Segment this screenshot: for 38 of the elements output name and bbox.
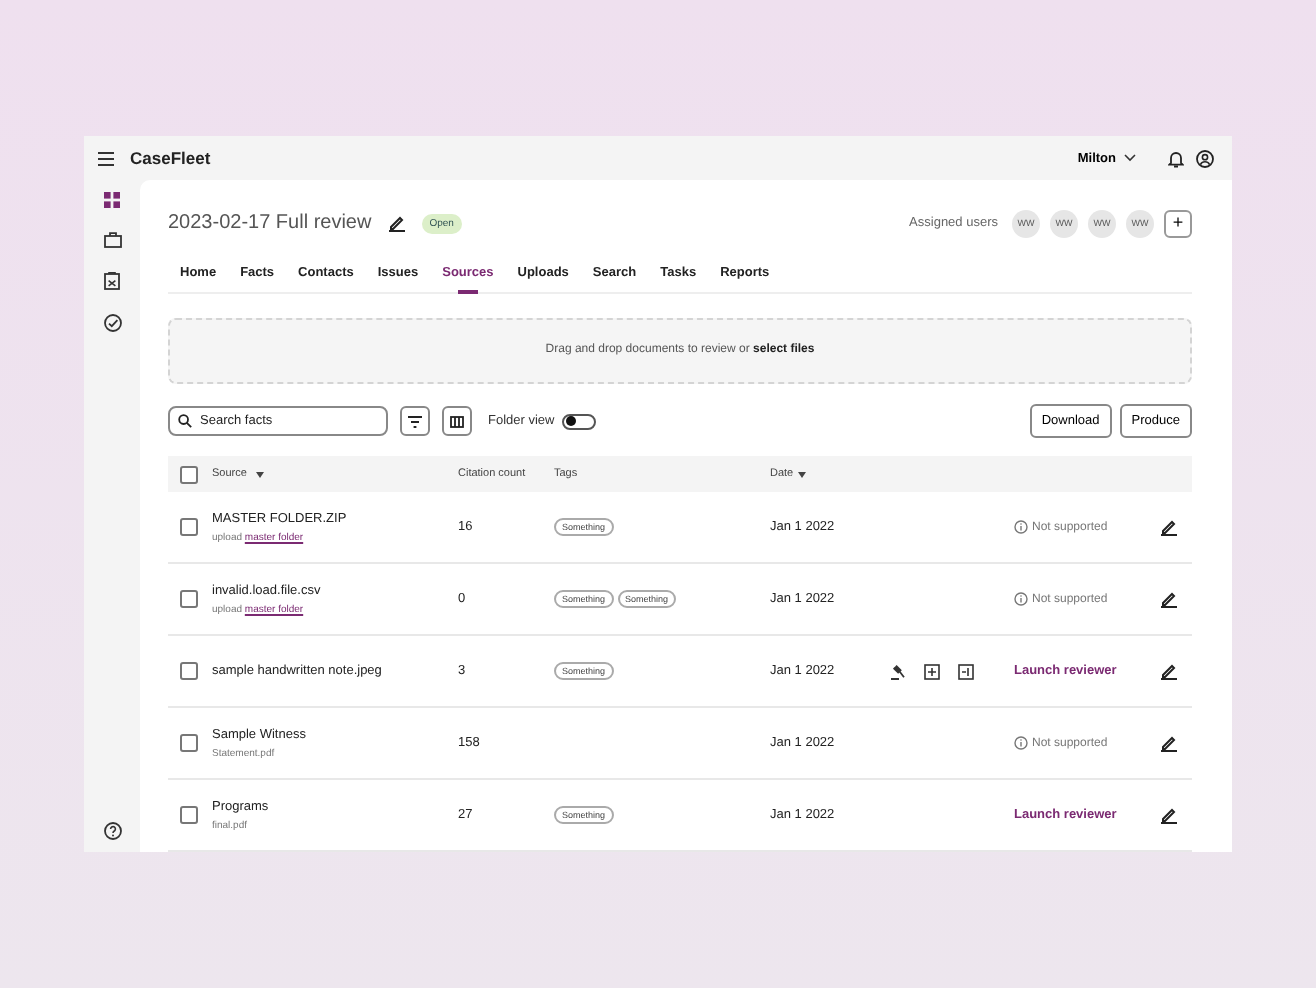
edit-icon[interactable] — [1160, 518, 1178, 536]
edit-icon[interactable] — [1160, 734, 1178, 752]
edit-icon[interactable] — [1160, 590, 1178, 608]
briefcase-icon[interactable] — [103, 232, 121, 248]
filter-button[interactable] — [400, 406, 430, 436]
row-checkbox[interactable] — [180, 518, 198, 536]
columns-icon — [450, 415, 464, 427]
add-frame-icon[interactable] — [924, 663, 940, 679]
sort-caret-icon — [797, 471, 806, 477]
columns-button[interactable] — [442, 406, 472, 436]
edit-icon[interactable] — [1160, 662, 1178, 680]
info-icon — [1014, 520, 1028, 534]
info-icon — [1014, 736, 1028, 750]
app-logo: CaseFleet — [130, 148, 211, 168]
edit-icon[interactable] — [1160, 806, 1178, 824]
menu-icon[interactable] — [98, 151, 114, 165]
row-checkbox[interactable] — [180, 734, 198, 752]
row-checkbox[interactable] — [180, 806, 198, 824]
chevron-down-icon — [1124, 154, 1136, 162]
select-all-checkbox[interactable] — [180, 465, 198, 483]
row-checkbox[interactable] — [180, 662, 198, 680]
bell-icon[interactable] — [1168, 149, 1184, 167]
info-icon — [1014, 592, 1028, 606]
clipboard-icon[interactable] — [104, 272, 120, 290]
add-user-button[interactable]: + — [1164, 209, 1192, 238]
filter-icon — [408, 415, 422, 427]
edit-icon[interactable] — [387, 214, 406, 233]
user-icon[interactable] — [1196, 149, 1214, 167]
grid-icon[interactable] — [104, 192, 120, 208]
panel-icon[interactable] — [958, 663, 974, 679]
folder-view-toggle[interactable] — [562, 413, 597, 429]
check-circle-icon[interactable] — [103, 314, 121, 332]
review-title: 2023-02-17 Full review — [168, 212, 372, 235]
gavel-icon[interactable] — [890, 663, 906, 679]
help-icon[interactable] — [103, 822, 121, 840]
row-checkbox[interactable] — [180, 590, 198, 608]
sort-caret-icon — [256, 471, 265, 477]
search-icon — [178, 414, 192, 428]
